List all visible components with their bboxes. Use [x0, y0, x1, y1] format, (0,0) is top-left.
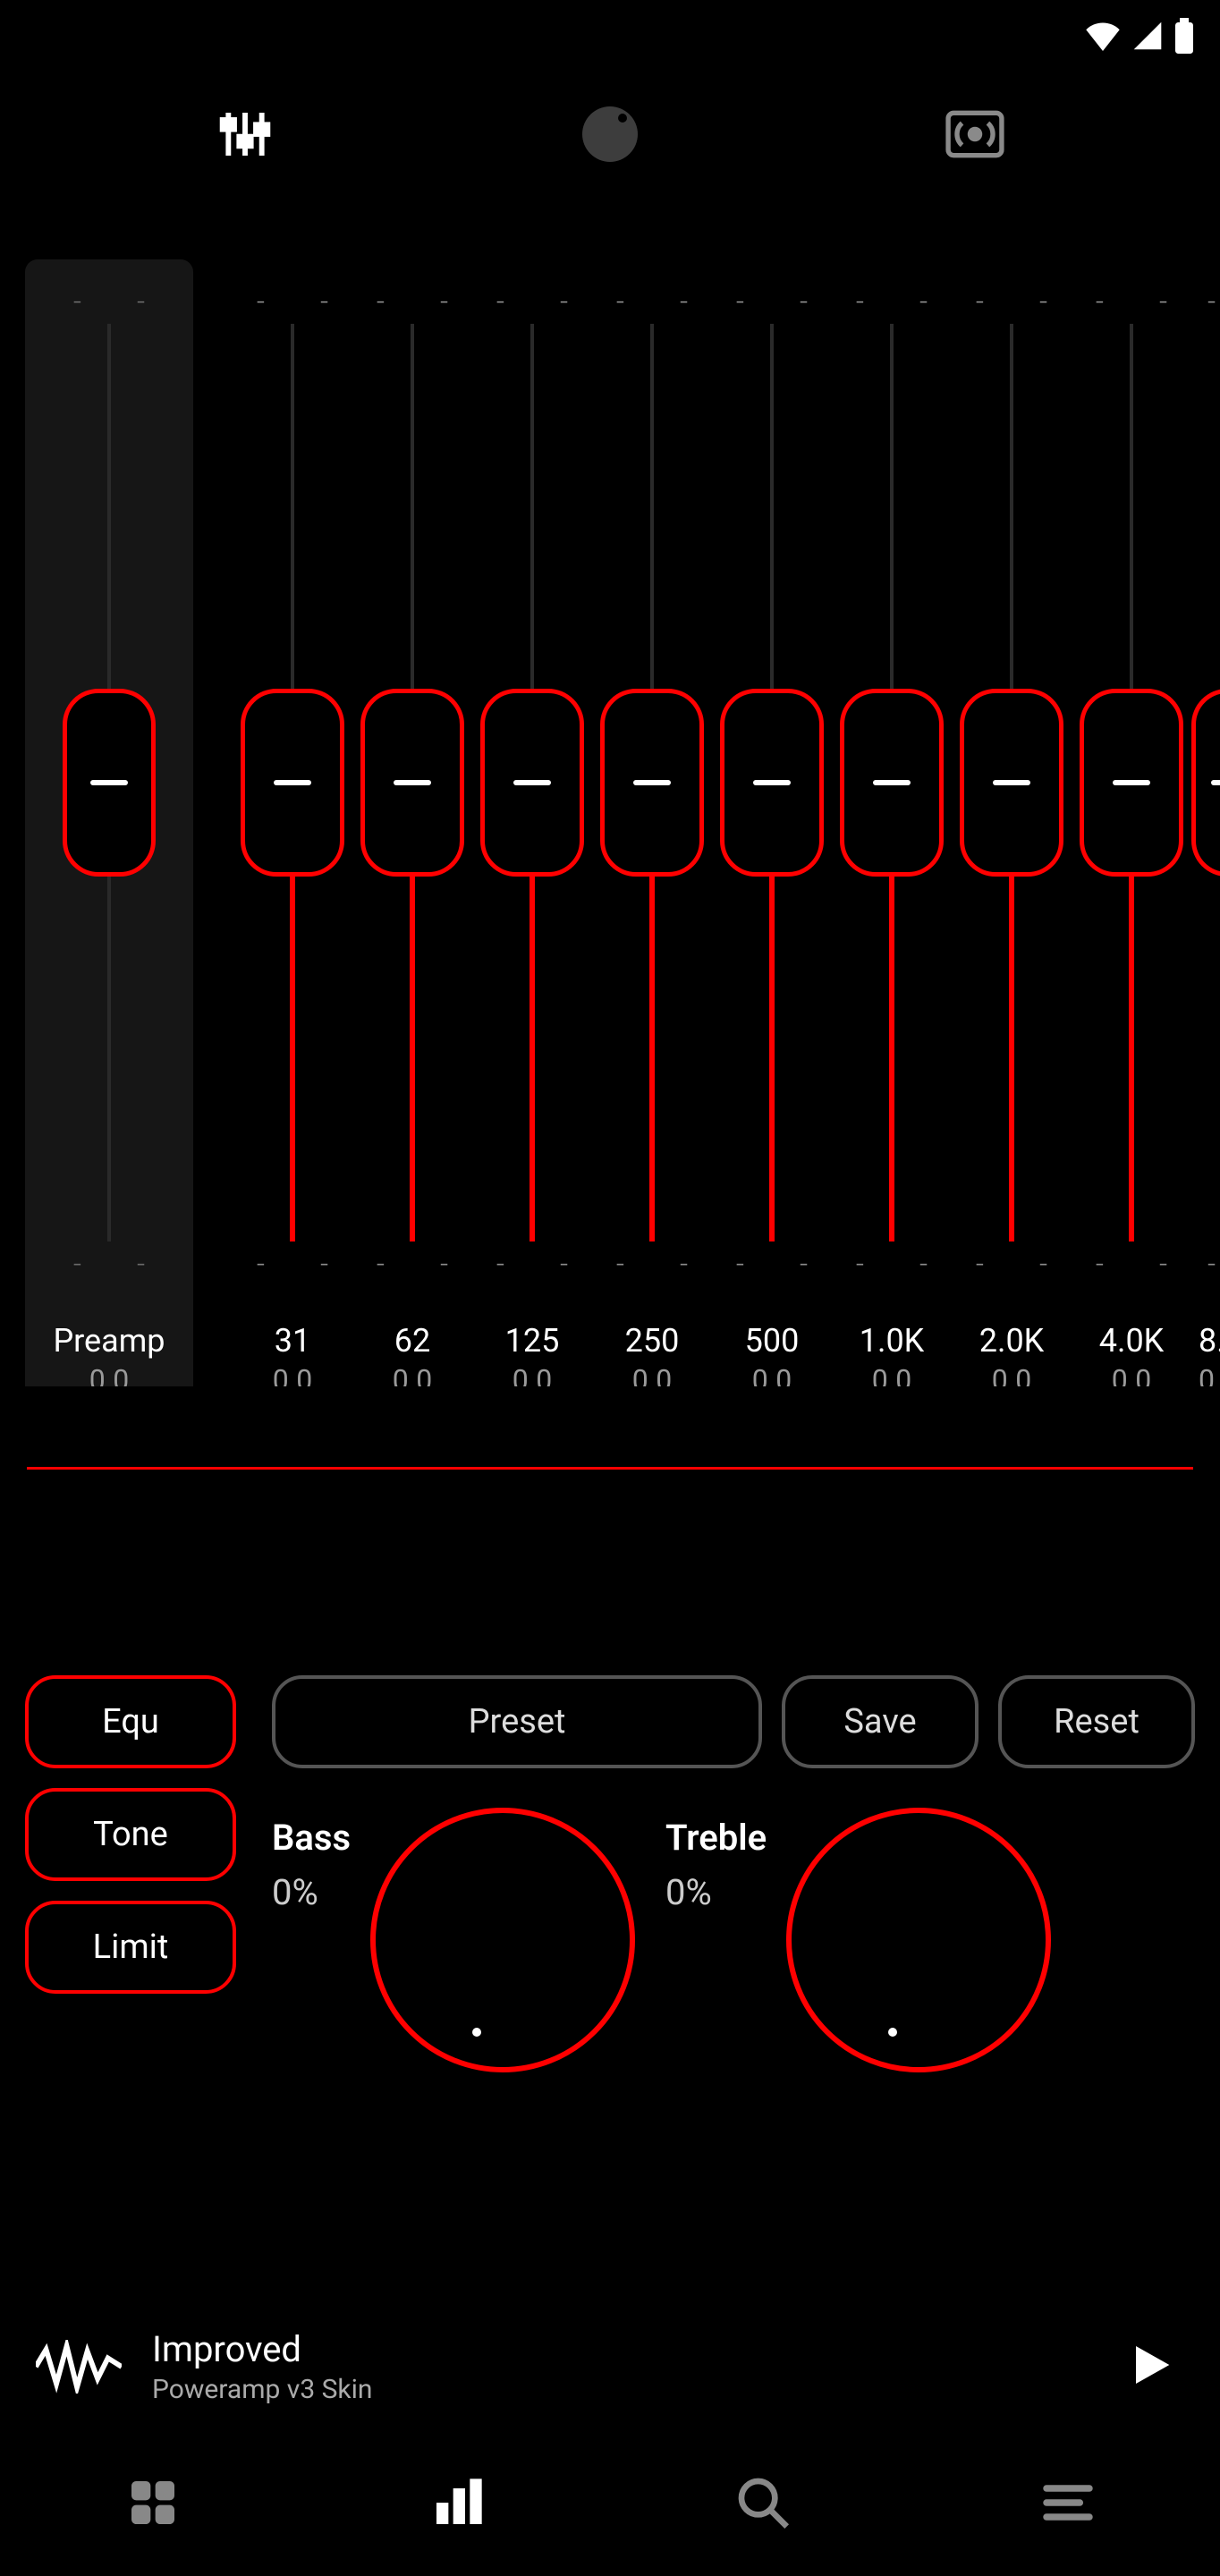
band-value: 0.0: [752, 1363, 792, 1386]
eq-band-500: -- -- 500 0.0: [712, 259, 832, 1386]
band-value: 0.0: [513, 1363, 552, 1386]
play-button[interactable]: [1113, 2331, 1184, 2402]
bass-knob[interactable]: [370, 1808, 635, 2072]
band-freq: 8.0: [1199, 1322, 1220, 1360]
eq-band-4k: -- -- 4.0K 0.0: [1072, 259, 1191, 1386]
band-value: 0.: [1199, 1363, 1220, 1386]
eq-band-1k: -- -- 1.0K 0.0: [832, 259, 952, 1386]
eq-band-31: -- -- 31 0.0: [233, 259, 352, 1386]
tab-reverb[interactable]: [939, 98, 1011, 170]
band-freq: 1.0K: [860, 1322, 925, 1360]
band-value: 0.0: [632, 1363, 672, 1386]
eq-band-250: -- -- 250 0.0: [592, 259, 712, 1386]
library-icon: [124, 2474, 182, 2535]
bass-control: Bass 0%: [272, 1808, 635, 2072]
waveform-icon: [36, 2340, 122, 2394]
tone-toggle-button[interactable]: Tone: [25, 1788, 236, 1881]
play-icon: [1123, 2340, 1173, 2394]
search-icon: [734, 2474, 792, 2535]
bass-value: 0%: [272, 1871, 351, 1913]
controls: Equ Tone Limit Preset Save Reset Bass 0%…: [0, 1675, 1220, 2072]
top-tabs: [0, 72, 1220, 197]
band-value: 0.0: [992, 1363, 1031, 1386]
eq-band-2k: -- -- 2.0K 0.0: [952, 259, 1072, 1386]
eq-slider-125[interactable]: -- --: [472, 259, 592, 1306]
bass-label: Bass: [272, 1817, 351, 1859]
surround-icon: [945, 110, 1004, 158]
treble-label: Treble: [665, 1817, 767, 1859]
track-title: Improved: [152, 2328, 1082, 2370]
battery-icon: [1173, 18, 1195, 54]
tab-equalizer[interactable]: [209, 98, 281, 170]
sliders-icon: [216, 106, 274, 163]
equalizer: -- -- Preamp 0.0 -- -- 31 0.0 -- -- 62: [0, 197, 1220, 1386]
treble-control: Treble 0%: [665, 1808, 1051, 2072]
eq-slider-1k[interactable]: -- --: [832, 259, 952, 1306]
equalizer-icon: [429, 2474, 487, 2535]
wifi-icon: [1084, 21, 1122, 51]
knob-icon: [582, 106, 638, 162]
eq-slider-31[interactable]: -- --: [233, 259, 352, 1306]
track-subtitle: Poweramp v3 Skin: [152, 2374, 1082, 2405]
reset-button[interactable]: Reset: [998, 1675, 1195, 1768]
band-freq: 2.0K: [979, 1322, 1045, 1360]
band-freq: 500: [745, 1322, 800, 1360]
eq-slider-8k[interactable]: - -: [1191, 259, 1220, 1306]
eq-band-62: -- -- 62 0.0: [352, 259, 472, 1386]
eq-slider-500[interactable]: -- --: [712, 259, 832, 1306]
band-freq: 62: [394, 1322, 430, 1360]
status-bar: [0, 0, 1220, 72]
band-freq: 4.0K: [1099, 1322, 1165, 1360]
eq-slider-4k[interactable]: -- --: [1072, 259, 1191, 1306]
eq-slider-250[interactable]: -- --: [592, 259, 712, 1306]
divider: [27, 1467, 1193, 1470]
nav-library[interactable]: [117, 2469, 189, 2540]
equ-toggle-button[interactable]: Equ: [25, 1675, 236, 1768]
band-value: 0.0: [1112, 1363, 1151, 1386]
eq-slider-2k[interactable]: -- --: [952, 259, 1072, 1306]
nav-equalizer[interactable]: [422, 2469, 494, 2540]
menu-icon: [1039, 2474, 1097, 2535]
now-playing-bar[interactable]: Improved Poweramp v3 Skin: [0, 2301, 1220, 2433]
treble-knob[interactable]: [786, 1808, 1051, 2072]
band-freq: 31: [275, 1322, 310, 1360]
band-freq: 250: [625, 1322, 680, 1360]
band-value: 0.0: [393, 1363, 432, 1386]
preamp-value: 0.0: [89, 1363, 129, 1386]
band-value: 0.0: [872, 1363, 911, 1386]
eq-band-8k: - - 8.0 0.: [1191, 259, 1220, 1386]
now-playing-text: Improved Poweramp v3 Skin: [152, 2328, 1082, 2405]
nav-menu[interactable]: [1032, 2469, 1104, 2540]
nav-search[interactable]: [727, 2469, 799, 2540]
eq-band-preamp: -- -- Preamp 0.0: [25, 259, 193, 1386]
eq-slider-62[interactable]: -- --: [352, 259, 472, 1306]
band-freq: 125: [505, 1322, 560, 1360]
treble-value: 0%: [665, 1871, 767, 1913]
save-button[interactable]: Save: [782, 1675, 979, 1768]
signal-icon: [1132, 21, 1163, 51]
tab-volume[interactable]: [574, 98, 646, 170]
limit-toggle-button[interactable]: Limit: [25, 1901, 236, 1994]
preset-button[interactable]: Preset: [272, 1675, 762, 1768]
bottom-nav: [0, 2433, 1220, 2576]
eq-band-125: -- -- 125 0.0: [472, 259, 592, 1386]
preamp-slider[interactable]: -- --: [25, 259, 193, 1306]
band-value: 0.0: [273, 1363, 312, 1386]
preamp-label: Preamp: [53, 1322, 165, 1360]
